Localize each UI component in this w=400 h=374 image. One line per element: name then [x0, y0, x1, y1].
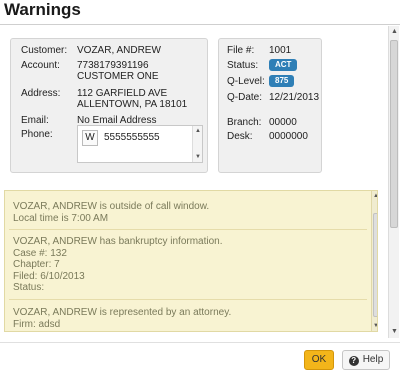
help-icon: ?	[348, 356, 359, 366]
warning-line: VOZAR, ANDREW is represented by an attor…	[13, 307, 232, 318]
warning-line: Status:	[13, 282, 45, 293]
warning-line: Chapter: 7	[13, 259, 60, 270]
status-label: Status:	[227, 60, 259, 71]
ok-button[interactable]: OK	[304, 350, 334, 370]
customer-label: Customer:	[21, 45, 68, 56]
warnings-list[interactable]: VOZAR, ANDREW is outside of call window.…	[4, 190, 378, 332]
desk-value: 0000000	[269, 131, 308, 142]
scrollbar-thumb[interactable]	[373, 213, 377, 317]
scroll-down-icon[interactable]: ▼	[372, 321, 377, 331]
desk-label: Desk:	[227, 131, 253, 142]
scroll-up-icon[interactable]: ▲	[193, 126, 203, 136]
branch-value: 00000	[269, 117, 297, 128]
warning-line: VOZAR, ANDREW has bankruptcy information…	[13, 236, 223, 247]
phone-scrollbar[interactable]: ▲ ▼	[192, 126, 202, 162]
dialog-title: Warnings	[4, 0, 81, 19]
qlevel-label: Q-Level:	[227, 76, 265, 87]
branch-label: Branch:	[227, 117, 262, 128]
warning-item: VOZAR, ANDREW is represented by an attor…	[13, 307, 231, 330]
warning-item: VOZAR, ANDREW is outside of call window.…	[13, 201, 209, 224]
warning-divider	[9, 299, 367, 300]
scroll-up-icon[interactable]: ▲	[372, 191, 377, 201]
qdate-label: Q-Date:	[227, 92, 263, 103]
warning-item: VOZAR, ANDREW has bankruptcy information…	[13, 236, 223, 294]
phone-list[interactable]: W 5555555555 ▲ ▼	[77, 125, 203, 163]
help-button[interactable]: ? Help	[342, 350, 390, 370]
footer-divider	[0, 342, 400, 343]
warning-line: Filed: 6/10/2013	[13, 270, 85, 282]
account-name: CUSTOMER ONE	[77, 71, 159, 82]
phone-type: W	[82, 130, 98, 146]
warning-line: Case #: 132	[13, 247, 67, 259]
warning-line: VOZAR, ANDREW is outside of call window.	[13, 201, 210, 212]
scroll-up-icon[interactable]: ▲	[389, 26, 400, 38]
help-button-label: Help	[362, 354, 384, 365]
qlevel-badge: 875	[269, 75, 295, 87]
address-line2: ALLENTOWN, PA 18101	[77, 99, 188, 110]
warnings-scrollbar[interactable]: ▲ ▼	[371, 191, 377, 331]
email-label: Email:	[21, 115, 49, 126]
address-label: Address:	[21, 88, 61, 99]
phone-label: Phone:	[21, 129, 53, 140]
warning-divider	[9, 229, 367, 230]
warning-line: Local time is 7:00 AM	[13, 212, 109, 224]
account-info-panel: Customer: VOZAR, ANDREW Account: 7738179…	[10, 38, 208, 173]
phone-number: 5555555555	[104, 132, 160, 143]
file-info-panel: File #: 1001 Status: ACT Q-Level: 875 Q-…	[218, 38, 322, 173]
account-label: Account:	[21, 60, 60, 71]
dialog-scrollbar[interactable]: ▲ ▼	[388, 26, 399, 338]
account-number: 7738179391196	[77, 60, 149, 71]
address-line1: 112 GARFIELD AVE	[77, 88, 168, 99]
scroll-down-icon[interactable]: ▼	[389, 326, 400, 338]
qdate-value: 12/21/2013	[269, 92, 320, 103]
scroll-down-icon[interactable]: ▼	[193, 152, 203, 162]
scrollbar-thumb[interactable]	[390, 40, 398, 228]
file-label: File #:	[227, 45, 255, 56]
status-badge: ACT	[269, 59, 298, 71]
file-value: 1001	[269, 45, 292, 56]
customer-value: VOZAR, ANDREW	[77, 45, 161, 56]
warning-line: Firm: adsd	[13, 318, 61, 330]
